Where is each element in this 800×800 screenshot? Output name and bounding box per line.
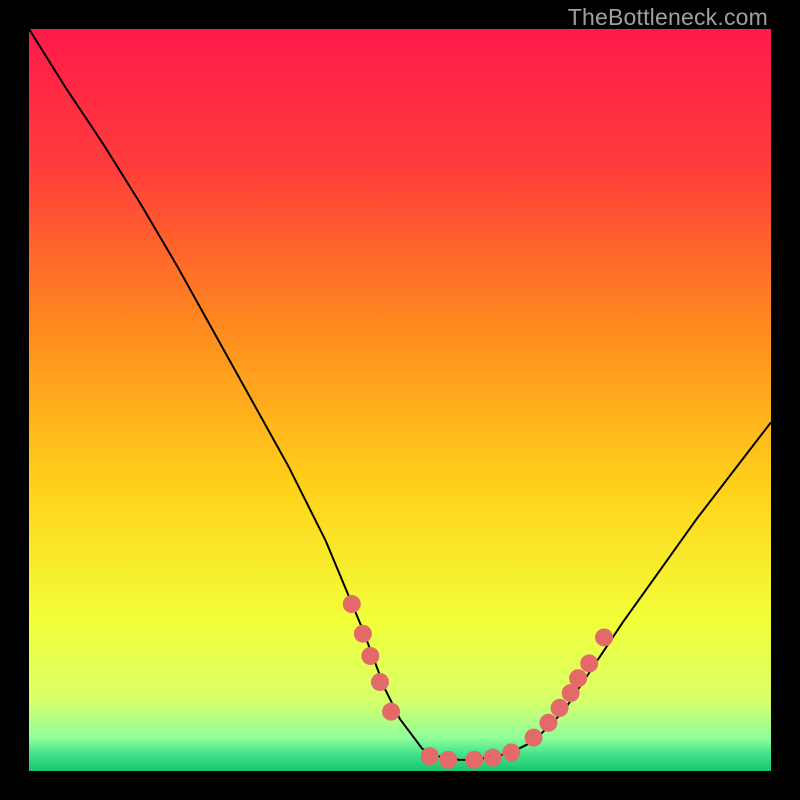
highlight-dot <box>525 729 543 747</box>
bottleneck-chart <box>29 29 771 771</box>
gradient-background <box>29 29 771 771</box>
highlight-dot <box>343 595 361 613</box>
highlight-dot <box>361 647 379 665</box>
highlight-dot <box>421 747 439 765</box>
highlight-dot <box>382 703 400 721</box>
highlight-dot <box>354 625 372 643</box>
highlight-dot <box>580 654 598 672</box>
highlight-dot <box>569 669 587 687</box>
highlight-dot <box>539 714 557 732</box>
highlight-dot <box>439 751 457 769</box>
highlight-dot <box>502 743 520 761</box>
highlight-dot <box>465 751 483 769</box>
highlight-dot <box>595 628 613 646</box>
highlight-dot <box>551 699 569 717</box>
watermark-text: TheBottleneck.com <box>568 4 768 31</box>
chart-frame <box>29 29 771 771</box>
highlight-dot <box>371 673 389 691</box>
highlight-dot <box>484 749 502 767</box>
